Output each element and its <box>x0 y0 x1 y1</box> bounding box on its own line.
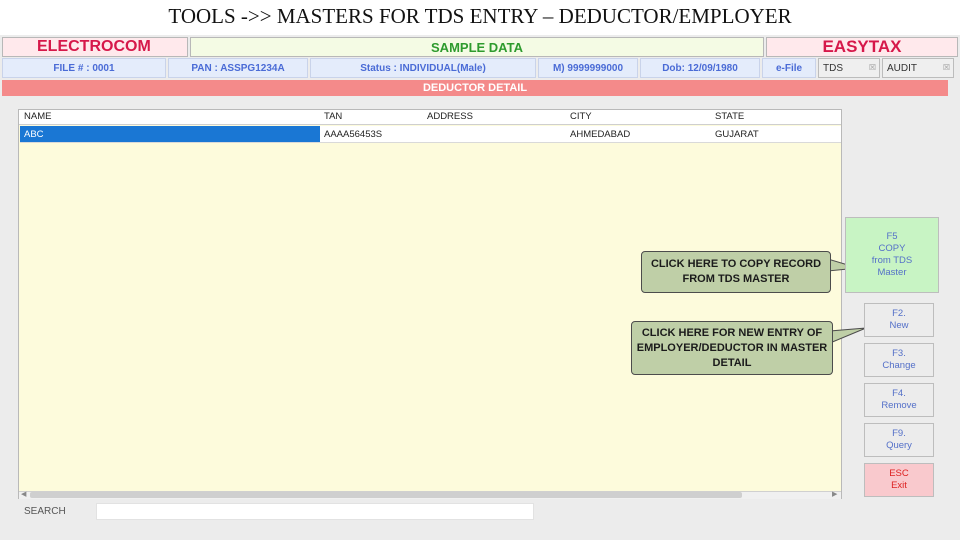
file-number: FILE # : 0001 <box>2 58 166 78</box>
audit-select-value: AUDIT <box>887 62 917 74</box>
audit-select[interactable]: AUDIT ☒ <box>882 58 954 78</box>
query-button[interactable]: F9. Query <box>864 423 934 457</box>
tds-select[interactable]: TDS ☒ <box>818 58 880 78</box>
dob-info: Dob: 12/09/1980 <box>640 58 760 78</box>
column-header-state[interactable]: STATE <box>715 111 744 124</box>
tds-select-value: TDS <box>823 62 843 74</box>
scrollbar-thumb[interactable] <box>30 492 742 498</box>
pan-info: PAN : ASSPG1234A <box>168 58 308 78</box>
slide-title: TOOLS ->> MASTERS FOR TDS ENTRY – DEDUCT… <box>168 4 792 28</box>
exit-button[interactable]: ESC Exit <box>864 463 934 497</box>
row-cell-tan[interactable]: AAAA56453S <box>320 126 423 143</box>
column-header-name[interactable]: NAME <box>24 111 51 124</box>
section-title: DEDUCTOR DETAIL <box>2 80 948 96</box>
column-header-city[interactable]: CITY <box>570 111 592 124</box>
new-entry-callout: CLICK HERE FOR NEW ENTRY OF EMPLOYER/DED… <box>631 321 833 375</box>
copy-from-tds-button[interactable]: F5 COPY from TDS Master <box>845 217 939 293</box>
row-cell-city[interactable]: AHMEDABAD <box>566 126 711 143</box>
search-label: SEARCH <box>24 506 66 517</box>
row-cell-address[interactable] <box>423 126 566 143</box>
dropdown-arrow-icon: ☒ <box>942 63 950 72</box>
scroll-right-icon[interactable]: ▶ <box>832 490 837 498</box>
column-header-address[interactable]: ADDRESS <box>427 111 473 124</box>
remove-button[interactable]: F4. Remove <box>864 383 934 417</box>
search-input[interactable] <box>96 503 534 520</box>
status-info: Status : INDIVIDUAL(Male) <box>310 58 536 78</box>
change-button[interactable]: F3. Change <box>864 343 934 377</box>
column-header-tan[interactable]: TAN <box>324 111 342 124</box>
row-cell-state[interactable]: GUJARAT <box>711 126 841 143</box>
row-cell-name[interactable]: ABC <box>20 126 320 143</box>
brand-easytax: EASYTAX <box>766 37 958 57</box>
deductor-grid <box>18 109 842 499</box>
efile-button[interactable]: e-File <box>762 58 816 78</box>
brand-electrocom: ELECTROCOM <box>2 37 188 57</box>
mobile-info: M) 9999999000 <box>538 58 638 78</box>
data-title: SAMPLE DATA <box>190 37 764 57</box>
copy-callout: CLICK HERE TO COPY RECORD FROM TDS MASTE… <box>641 251 831 293</box>
dropdown-arrow-icon: ☒ <box>868 63 876 72</box>
scroll-left-icon[interactable]: ◀ <box>21 490 26 498</box>
new-button[interactable]: F2. New <box>864 303 934 337</box>
